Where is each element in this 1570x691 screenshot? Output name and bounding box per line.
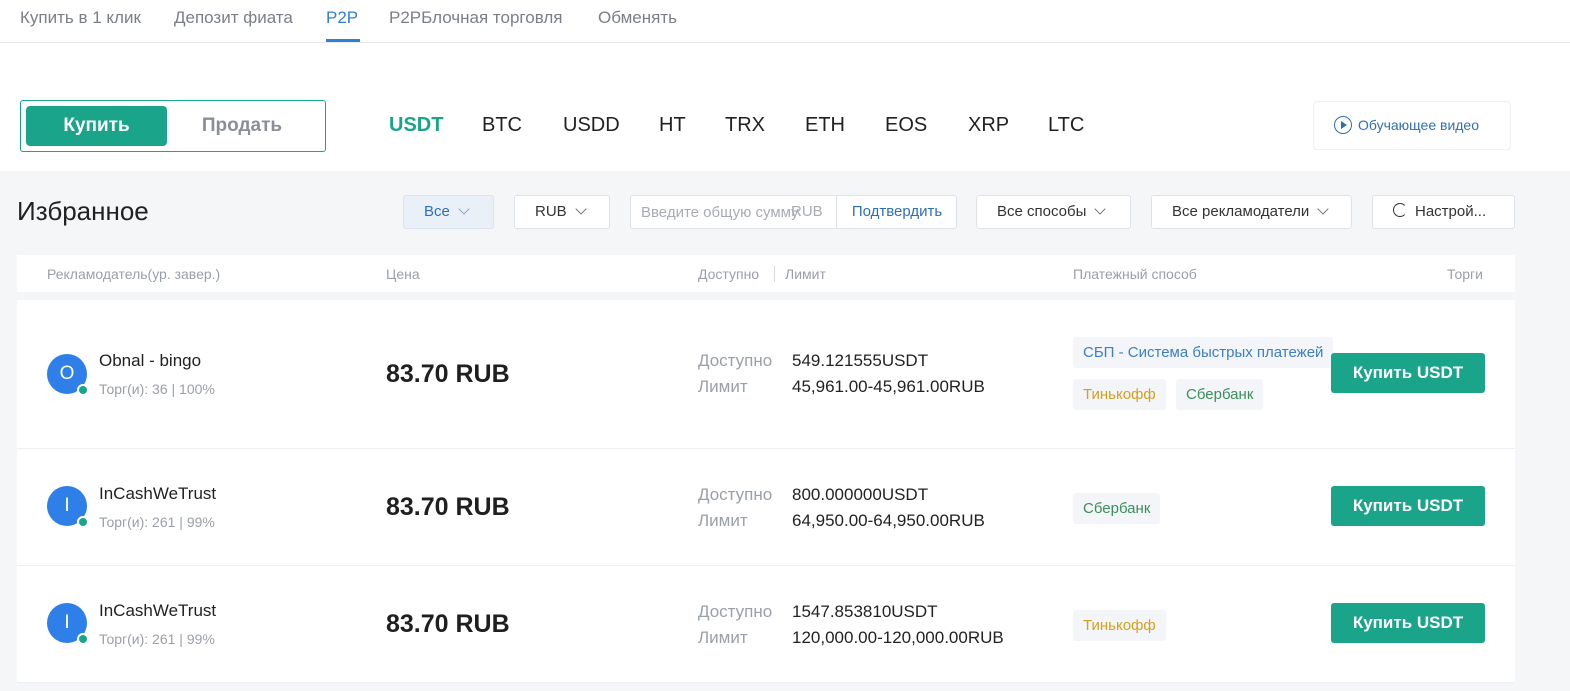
tutorial-video-label: Обучающее видео bbox=[1358, 117, 1480, 133]
available-value: 1547.853810USDT bbox=[792, 602, 938, 621]
avatar-initial: I bbox=[64, 612, 70, 633]
advertiser-stats: Торг(и): 261 | 99% bbox=[99, 631, 215, 647]
tab-p2p-block[interactable]: P2PБлочная торговля bbox=[389, 8, 562, 28]
tab-exchange[interactable]: Обменять bbox=[598, 8, 677, 28]
payment-methods-label: Все способы bbox=[997, 203, 1087, 220]
available-value: 800.000000USDT bbox=[792, 485, 929, 504]
avatar-initial: O bbox=[59, 363, 75, 384]
header-trade: Торги bbox=[1447, 266, 1483, 282]
chevron-down-icon bbox=[575, 203, 587, 215]
coin-trx[interactable]: TRX bbox=[725, 114, 765, 137]
filter-all-label: Все bbox=[424, 203, 450, 220]
available-label: Доступно bbox=[698, 602, 773, 621]
advertiser-name[interactable]: Obnal - bingo bbox=[99, 351, 201, 371]
limit-label: Лимит bbox=[698, 628, 748, 647]
advertiser-name[interactable]: InCashWeTrust bbox=[99, 601, 216, 621]
buy-usdt-button[interactable]: Купить USDT bbox=[1331, 486, 1485, 526]
coin-btc[interactable]: BTC bbox=[482, 114, 522, 137]
limit-value: 64,950.00-64,950.00RUB bbox=[792, 511, 985, 530]
coin-ltc[interactable]: LTC bbox=[1048, 114, 1084, 137]
play-circle-icon bbox=[1334, 116, 1352, 135]
advertisers-dropdown[interactable]: Все рекламодатели bbox=[1151, 195, 1352, 229]
table-row: O Obnal - bingo Торг(и): 36 | 100% 83.70… bbox=[17, 300, 1515, 449]
coin-usdd[interactable]: USDD bbox=[563, 114, 620, 137]
chevron-down-icon bbox=[1317, 203, 1329, 215]
chevron-down-icon bbox=[1094, 203, 1107, 215]
limit-value: 45,961.00-45,961.00RUB bbox=[792, 377, 985, 396]
tab-p2p[interactable]: P2P bbox=[326, 8, 358, 28]
online-status-icon bbox=[77, 516, 89, 528]
advertiser-stats: Торг(и): 36 | 100% bbox=[99, 381, 215, 397]
offer-price: 83.70 RUB bbox=[386, 360, 510, 388]
available-label: Доступно bbox=[698, 351, 773, 370]
header-price: Цена bbox=[386, 266, 420, 282]
table-row: I InCashWeTrust Торг(и): 261 | 99% 83.70… bbox=[17, 449, 1515, 566]
chevron-down-icon bbox=[458, 203, 470, 215]
available-value: 549.121555USDT bbox=[792, 351, 929, 370]
header-divider bbox=[774, 266, 775, 282]
offer-price: 83.70 RUB bbox=[386, 493, 510, 521]
advertiser-stats: Торг(и): 261 | 99% bbox=[99, 514, 215, 530]
tab-buy-one-click[interactable]: Купить в 1 клик bbox=[20, 8, 141, 28]
settings-button[interactable]: Настрой... bbox=[1372, 195, 1515, 229]
header-available: Доступно bbox=[698, 266, 760, 282]
payment-badge-sberbank: Сбербанк bbox=[1176, 379, 1264, 410]
tab-fiat-deposit[interactable]: Депозит фиата bbox=[174, 8, 293, 28]
buy-button[interactable]: Купить bbox=[26, 106, 167, 146]
advertisers-label: Все рекламодатели bbox=[1172, 203, 1310, 220]
trade-bar: Купить Продать USDT BTC USDD HT TRX ETH … bbox=[0, 43, 1570, 171]
header-limit: Лимит bbox=[785, 266, 826, 282]
coin-eth[interactable]: ETH bbox=[805, 114, 845, 137]
coin-ht[interactable]: HT bbox=[659, 114, 686, 137]
avatar[interactable]: I bbox=[47, 486, 89, 528]
sell-button[interactable]: Продать bbox=[167, 106, 317, 146]
payment-badge-sberbank: Сбербанк bbox=[1073, 493, 1161, 524]
header-payment: Платежный способ bbox=[1073, 266, 1197, 282]
coin-xrp[interactable]: XRP bbox=[968, 114, 1009, 137]
payment-methods-dropdown[interactable]: Все способы bbox=[976, 195, 1131, 229]
avatar[interactable]: O bbox=[47, 354, 89, 396]
offer-price: 83.70 RUB bbox=[386, 610, 510, 638]
payment-badge-sbp: СБП - Система быстрых платежей bbox=[1073, 337, 1334, 368]
filter-all-dropdown[interactable]: Все bbox=[403, 195, 494, 229]
avatar[interactable]: I bbox=[47, 603, 89, 645]
buy-usdt-button[interactable]: Купить USDT bbox=[1331, 603, 1485, 643]
payment-badge-tinkoff: Тинькофф bbox=[1073, 379, 1166, 410]
favorites-title: Избранное bbox=[17, 196, 149, 226]
limit-label: Лимит bbox=[698, 377, 748, 396]
online-status-icon bbox=[77, 384, 89, 396]
table-row: I InCashWeTrust Торг(и): 261 | 99% 83.70… bbox=[17, 566, 1515, 683]
settings-label: Настрой... bbox=[1415, 203, 1487, 220]
amount-currency: RUB bbox=[791, 203, 823, 220]
tutorial-video-button[interactable]: Обучающее видео bbox=[1313, 101, 1511, 150]
active-tab-underline bbox=[326, 39, 360, 42]
advertiser-name[interactable]: InCashWeTrust bbox=[99, 484, 216, 504]
table-header: Рекламодатель(ур. завер.) Цена Доступно … bbox=[17, 255, 1515, 292]
online-status-icon bbox=[77, 633, 89, 645]
limit-value: 120,000.00-120,000.00RUB bbox=[792, 628, 1004, 647]
top-nav: Купить в 1 клик Депозит фиата P2P P2PБло… bbox=[0, 0, 1570, 43]
buy-sell-toggle: Купить Продать bbox=[20, 100, 326, 152]
amount-filter: RUB Подтвердить bbox=[630, 195, 957, 229]
payment-badge-tinkoff: Тинькофф bbox=[1073, 610, 1166, 641]
buy-usdt-button[interactable]: Купить USDT bbox=[1331, 353, 1485, 393]
available-label: Доступно bbox=[698, 485, 773, 504]
coin-eos[interactable]: EOS bbox=[885, 114, 927, 137]
confirm-amount-button[interactable]: Подтвердить bbox=[836, 196, 957, 228]
avatar-initial: I bbox=[64, 495, 70, 516]
coin-usdt[interactable]: USDT bbox=[389, 114, 443, 137]
currency-dropdown[interactable]: RUB bbox=[514, 195, 610, 229]
header-advertiser: Рекламодатель(ур. завер.) bbox=[47, 266, 221, 282]
currency-label: RUB bbox=[535, 203, 567, 220]
refresh-icon bbox=[1393, 203, 1407, 218]
limit-label: Лимит bbox=[698, 511, 748, 530]
